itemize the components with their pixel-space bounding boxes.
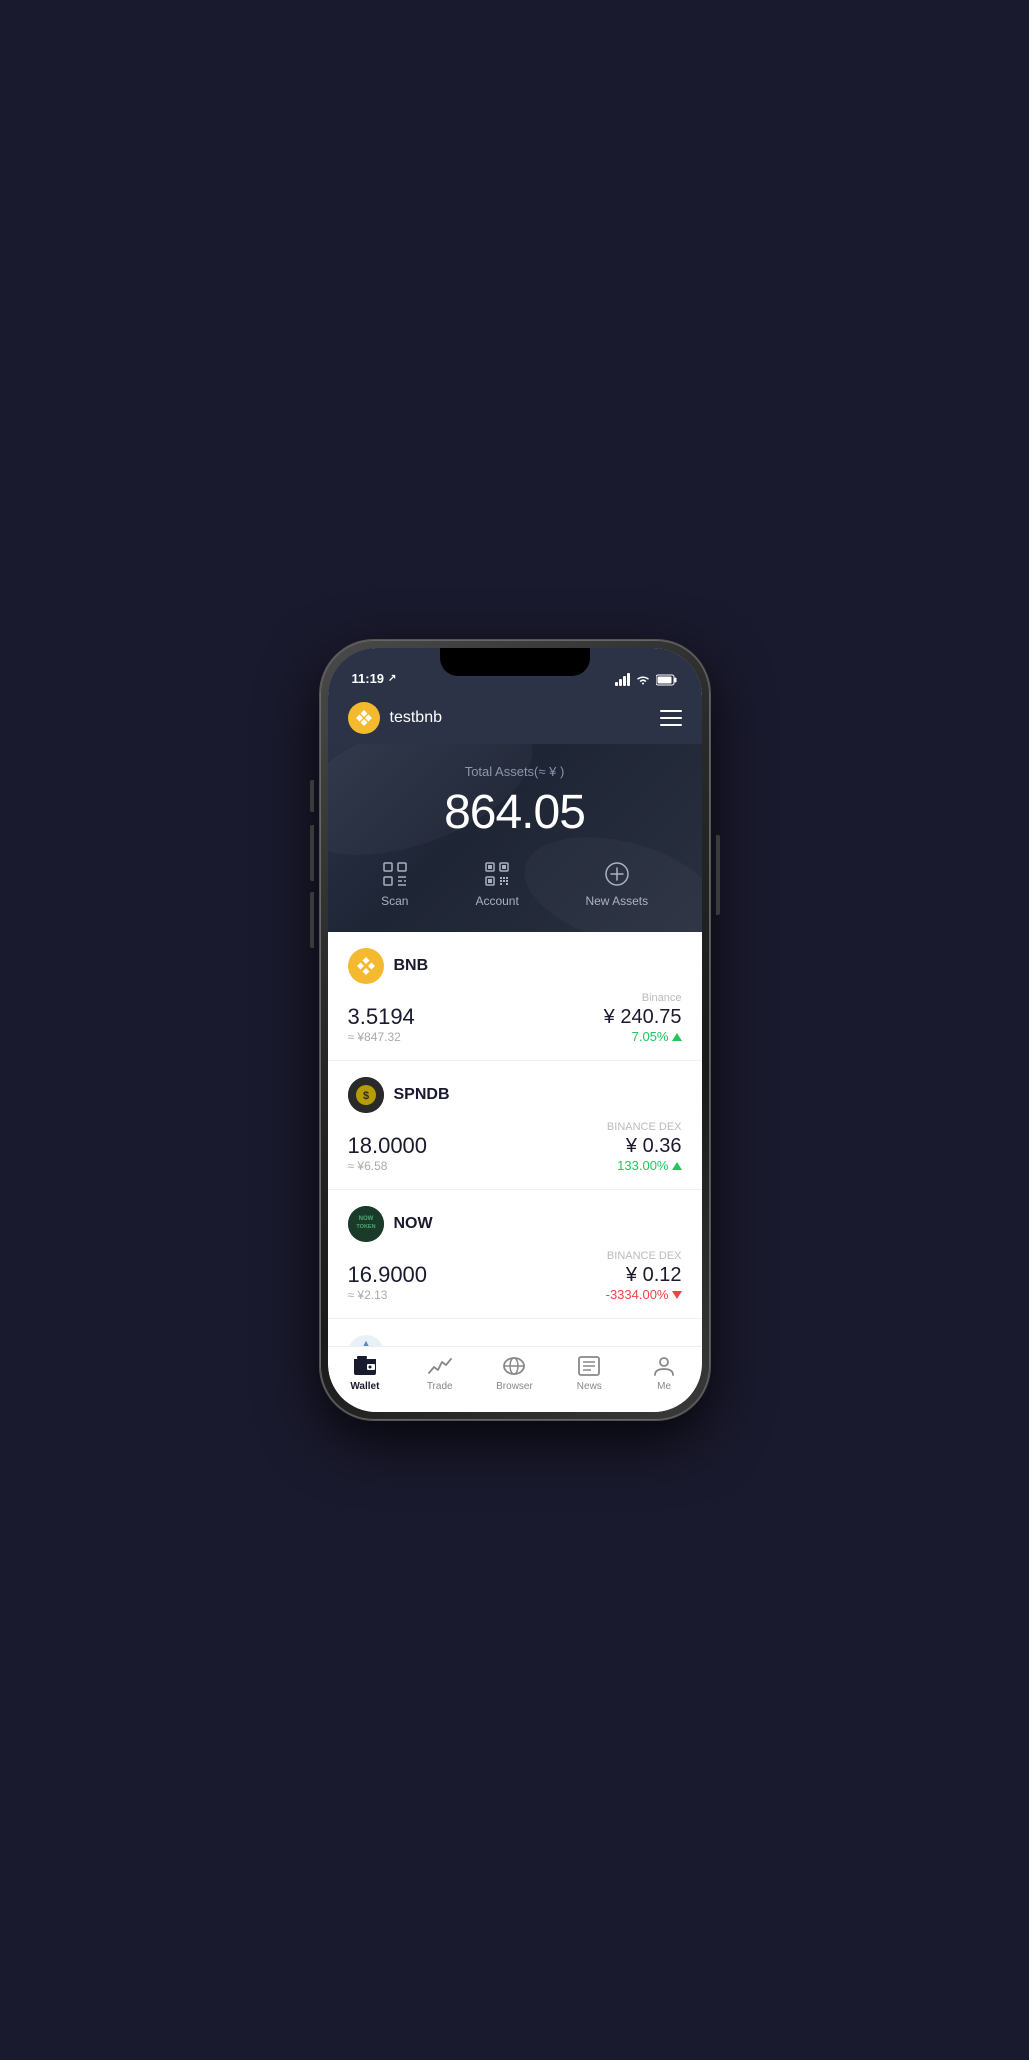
plus-circle-icon: [603, 860, 631, 888]
scan-action[interactable]: Scan: [381, 860, 409, 908]
now-price: ¥ 0.12: [606, 1264, 682, 1287]
battery-icon: [656, 674, 678, 686]
header-username: testbnb: [390, 709, 442, 727]
asset-header-mith: MITH: [348, 1335, 682, 1346]
now-balance: 16.9000 ≈ ¥2.13: [348, 1262, 428, 1302]
scan-icon: [381, 860, 409, 888]
hero-actions: Scan: [348, 860, 682, 908]
power-button: [716, 835, 720, 915]
menu-button[interactable]: [660, 710, 682, 726]
now-name: NOW: [394, 1215, 433, 1233]
now-down-arrow: [672, 1291, 682, 1299]
nav-me[interactable]: Me: [627, 1355, 702, 1392]
bnb-price-section: Binance ¥ 240.75 7.05%: [604, 992, 682, 1044]
spndb-balance: 18.0000 ≈ ¥6.58: [348, 1133, 428, 1173]
nav-browser[interactable]: Browser: [477, 1355, 552, 1392]
trade-nav-label: Trade: [427, 1381, 453, 1392]
screen-content: 11:19 ↗: [328, 648, 702, 1412]
spndb-price: ¥ 0.36: [607, 1135, 682, 1158]
spndb-up-arrow: [672, 1162, 682, 1170]
now-asset-icon: NOW TOKEN: [348, 1206, 384, 1242]
nav-trade[interactable]: Trade: [402, 1355, 477, 1392]
asset-item-spndb[interactable]: $ SPNDB 18.0000 ≈ ¥6.58 BINANCE DEX ¥ 0.…: [328, 1061, 702, 1190]
total-assets-label: Total Assets(≈ ¥ ): [348, 764, 682, 779]
now-exchange: BINANCE DEX: [606, 1250, 682, 1262]
now-amount: 16.9000: [348, 1262, 428, 1288]
time-display: 11:19: [352, 671, 385, 686]
spndb-change: 133.00%: [607, 1158, 682, 1173]
spndb-fiat: ≈ ¥6.58: [348, 1159, 428, 1173]
wallet-nav-label: Wallet: [350, 1381, 379, 1392]
nav-wallet[interactable]: Wallet: [328, 1355, 403, 1392]
wifi-icon: [635, 674, 651, 686]
news-nav-label: News: [577, 1381, 602, 1392]
spndb-asset-icon: $: [348, 1077, 384, 1113]
bnb-amount: 3.5194: [348, 1004, 415, 1030]
notch: [440, 648, 590, 676]
asset-list: BNB 3.5194 ≈ ¥847.32 Binance ¥ 240.75 7.…: [328, 932, 702, 1346]
hero-section: Total Assets(≈ ¥ ) 864.05 Sc: [328, 744, 702, 932]
now-body: 16.9000 ≈ ¥2.13 BINANCE DEX ¥ 0.12 -3334…: [348, 1250, 682, 1302]
bnb-balance: 3.5194 ≈ ¥847.32: [348, 1004, 415, 1044]
signal-icon: [615, 673, 630, 686]
spndb-body: 18.0000 ≈ ¥6.58 BINANCE DEX ¥ 0.36 133.0…: [348, 1121, 682, 1173]
mith-asset-icon: [348, 1335, 384, 1346]
status-icons: [615, 673, 678, 686]
asset-item-bnb[interactable]: BNB 3.5194 ≈ ¥847.32 Binance ¥ 240.75 7.…: [328, 932, 702, 1061]
news-icon: [577, 1355, 601, 1377]
spndb-exchange: BINANCE DEX: [607, 1121, 682, 1133]
mute-button: [310, 780, 314, 812]
trade-icon: [428, 1355, 452, 1377]
bnb-exchange: Binance: [604, 992, 682, 1004]
status-time: 11:19 ↗: [352, 671, 397, 686]
header-left: testbnb: [348, 702, 442, 734]
bnb-fiat: ≈ ¥847.32: [348, 1030, 415, 1044]
bnb-name: BNB: [394, 957, 429, 975]
asset-item-now[interactable]: NOW TOKEN NOW 16.9000 ≈ ¥2.13 BINANCE DE…: [328, 1190, 702, 1319]
bnb-change: 7.05%: [604, 1029, 682, 1044]
svg-text:$: $: [362, 1090, 368, 1102]
bnb-change-value: 7.05%: [632, 1029, 669, 1044]
bnb-up-arrow: [672, 1033, 682, 1041]
asset-item-mith[interactable]: MITH 22.8900 ≈ ¥8.02 BINANCE DEX ¥ 0.35 …: [328, 1319, 702, 1346]
me-nav-label: Me: [657, 1381, 671, 1392]
spndb-change-value: 133.00%: [617, 1158, 668, 1173]
nav-news[interactable]: News: [552, 1355, 627, 1392]
bottom-nav: Wallet Trade Browser: [328, 1346, 702, 1412]
scan-label: Scan: [381, 894, 408, 908]
location-icon: ↗: [388, 673, 396, 684]
volume-down-button: [310, 892, 314, 948]
bnb-asset-icon: [348, 948, 384, 984]
spndb-name: SPNDB: [394, 1086, 450, 1104]
account-label: Account: [475, 894, 518, 908]
browser-nav-label: Browser: [496, 1381, 533, 1392]
browser-icon: [502, 1355, 526, 1377]
new-assets-action[interactable]: New Assets: [585, 860, 648, 908]
spndb-amount: 18.0000: [348, 1133, 428, 1159]
spndb-price-section: BINANCE DEX ¥ 0.36 133.00%: [607, 1121, 682, 1173]
wallet-icon: [353, 1355, 377, 1377]
app-header: testbnb: [328, 692, 702, 744]
bnb-body: 3.5194 ≈ ¥847.32 Binance ¥ 240.75 7.05%: [348, 992, 682, 1044]
bnb-logo-icon: [348, 702, 380, 734]
qr-icon: [483, 860, 511, 888]
now-price-section: BINANCE DEX ¥ 0.12 -3334.00%: [606, 1250, 682, 1302]
asset-header-spndb: $ SPNDB: [348, 1077, 682, 1113]
now-change: -3334.00%: [606, 1287, 682, 1302]
phone-screen: 11:19 ↗: [328, 648, 702, 1412]
phone-frame: 11:19 ↗: [320, 640, 710, 1420]
me-icon: [652, 1355, 676, 1377]
total-assets-amount: 864.05: [348, 785, 682, 840]
now-fiat: ≈ ¥2.13: [348, 1288, 428, 1302]
bnb-price: ¥ 240.75: [604, 1006, 682, 1029]
now-change-value: -3334.00%: [606, 1287, 669, 1302]
asset-header-bnb: BNB: [348, 948, 682, 984]
new-assets-label: New Assets: [585, 894, 648, 908]
asset-header-now: NOW TOKEN NOW: [348, 1206, 682, 1242]
svg-text:NOW: NOW: [358, 1216, 373, 1222]
volume-up-button: [310, 825, 314, 881]
svg-text:TOKEN: TOKEN: [356, 1224, 375, 1230]
account-action[interactable]: Account: [475, 860, 518, 908]
